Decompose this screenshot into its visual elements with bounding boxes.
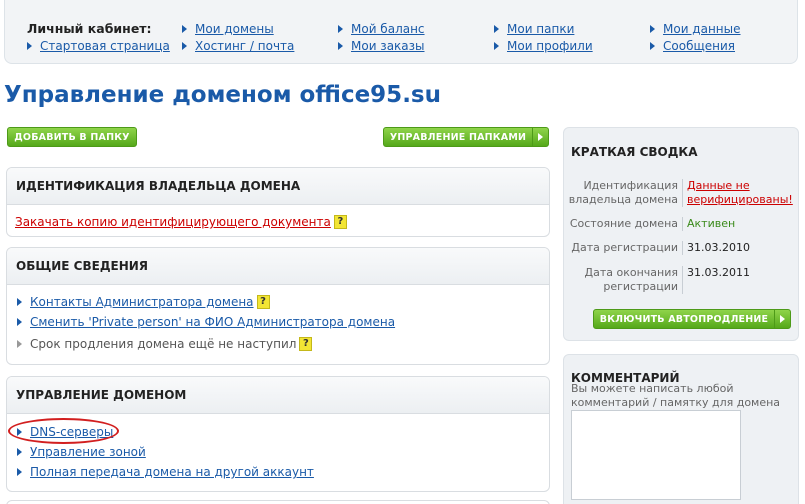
arrow-right-icon: [27, 42, 32, 50]
summary-row-state: Состояние домена Активен: [564, 217, 796, 231]
list-item: Управление зоной: [7, 442, 549, 462]
top-navigation: Личный кабинет: Стартовая страница Мои д…: [4, 0, 798, 64]
identification-panel: ИДЕНТИФИКАЦИЯ ВЛАДЕЛЬЦА ДОМЕНА Закачать …: [6, 167, 550, 237]
expiry-date-value: 31.03.2011: [682, 266, 796, 294]
domain-management-panel: УПРАВЛЕНИЕ ДОМЕНОМ DNS-серверы Управлени…: [6, 376, 550, 492]
summary-box: КРАТКАЯ СВОДКА Идентификация владельца д…: [563, 127, 799, 341]
list-item: Закачать копию идентифицирующего докумен…: [7, 212, 549, 232]
list-item: Контакты Администратора домена ?: [7, 292, 549, 312]
nav-my-profiles[interactable]: Мои профили: [494, 38, 593, 54]
arrow-right-icon: [494, 42, 499, 50]
renewal-status-text: Срок продления домена ещё не наступил: [30, 337, 297, 351]
verification-status[interactable]: Данные не верифицированы!: [682, 179, 796, 207]
nav-column-4: Мои данные Сообщения: [650, 21, 741, 54]
list-item: Полная передача домена на другой аккаунт: [7, 462, 549, 482]
arrow-right-icon: [17, 340, 22, 348]
manage-folders-button[interactable]: УПРАВЛЕНИЕ ПАПКАМИ: [383, 127, 549, 147]
arrow-right-icon: [17, 298, 22, 306]
general-info-panel-title: ОБЩИЕ СВЕДЕНИЯ: [7, 248, 549, 285]
arrow-right-icon: [17, 428, 22, 436]
comment-box: КОММЕНТАРИЙ Вы можете написать любой ком…: [563, 354, 799, 504]
list-item: DNS-серверы: [7, 422, 549, 442]
domain-transfer-link[interactable]: Полная передача домена на другой аккаунт: [30, 465, 314, 479]
domain-state-value: Активен: [682, 217, 796, 231]
enable-autorenew-button[interactable]: ВКЛЮЧИТЬ АВТОПРОДЛЕНИЕ: [593, 309, 791, 329]
cabinet-label: Личный кабинет:: [27, 21, 152, 36]
arrow-right-icon: [650, 42, 655, 50]
nav-column-2: Мой баланс Мои заказы: [338, 21, 425, 54]
dns-servers-link[interactable]: DNS-серверы: [30, 425, 113, 439]
arrow-right-icon: [532, 128, 548, 146]
help-icon[interactable]: ?: [333, 215, 347, 229]
arrow-right-icon: [182, 42, 187, 50]
list-item: Срок продления домена ещё не наступил ?: [7, 332, 549, 356]
registration-date-value: 31.03.2010: [682, 241, 796, 255]
summary-row-identification: Идентификация владельца домена Данные не…: [564, 179, 796, 207]
nav-column-3: Мои папки Мои профили: [494, 21, 593, 54]
list-item: Сменить 'Private person' на ФИО Админист…: [7, 312, 549, 332]
nav-messages[interactable]: Сообщения: [650, 38, 741, 54]
general-info-panel: ОБЩИЕ СВЕДЕНИЯ Контакты Администратора д…: [6, 247, 550, 365]
nav-column-1: Мои домены Хостинг / почта: [182, 21, 294, 54]
summary-row-reg-date: Дата регистрации 31.03.2010: [564, 241, 796, 255]
nav-start-page[interactable]: Стартовая страница: [27, 38, 170, 54]
arrow-right-icon: [182, 25, 187, 33]
arrow-right-icon: [17, 468, 22, 476]
arrow-right-icon: [774, 310, 790, 328]
admin-contacts-link[interactable]: Контакты Администратора домена: [30, 295, 254, 309]
upload-document-link[interactable]: Закачать копию идентифицирующего докумен…: [15, 215, 331, 229]
next-panel: [6, 500, 550, 504]
change-private-person-link[interactable]: Сменить 'Private person' на ФИО Админист…: [30, 315, 395, 329]
nav-my-orders[interactable]: Мои заказы: [338, 38, 425, 54]
nav-hosting-mail[interactable]: Хостинг / почта: [182, 38, 294, 54]
nav-my-data[interactable]: Мои данные: [650, 21, 741, 37]
help-icon[interactable]: ?: [256, 295, 270, 309]
nav-my-folders[interactable]: Мои папки: [494, 21, 593, 37]
identification-panel-title: ИДЕНТИФИКАЦИЯ ВЛАДЕЛЬЦА ДОМЕНА: [7, 168, 549, 205]
summary-title: КРАТКАЯ СВОДКА: [571, 145, 698, 159]
comment-textarea[interactable]: [571, 410, 741, 500]
summary-row-expiry-date: Дата окончания регистрации 31.03.2011: [564, 266, 796, 294]
help-icon[interactable]: ?: [299, 337, 313, 351]
add-to-folder-button[interactable]: ДОБАВИТЬ В ПАПКУ: [7, 127, 137, 147]
arrow-right-icon: [494, 25, 499, 33]
arrow-right-icon: [17, 448, 22, 456]
nav-my-domains[interactable]: Мои домены: [182, 21, 294, 37]
page-title: Управление доменом office95.su: [4, 82, 441, 108]
arrow-right-icon: [650, 25, 655, 33]
nav-my-balance[interactable]: Мой баланс: [338, 21, 425, 37]
zone-management-link[interactable]: Управление зоной: [30, 445, 146, 459]
arrow-right-icon: [17, 318, 22, 326]
arrow-right-icon: [338, 25, 343, 33]
domain-management-panel-title: УПРАВЛЕНИЕ ДОМЕНОМ: [7, 377, 549, 414]
arrow-right-icon: [338, 42, 343, 50]
